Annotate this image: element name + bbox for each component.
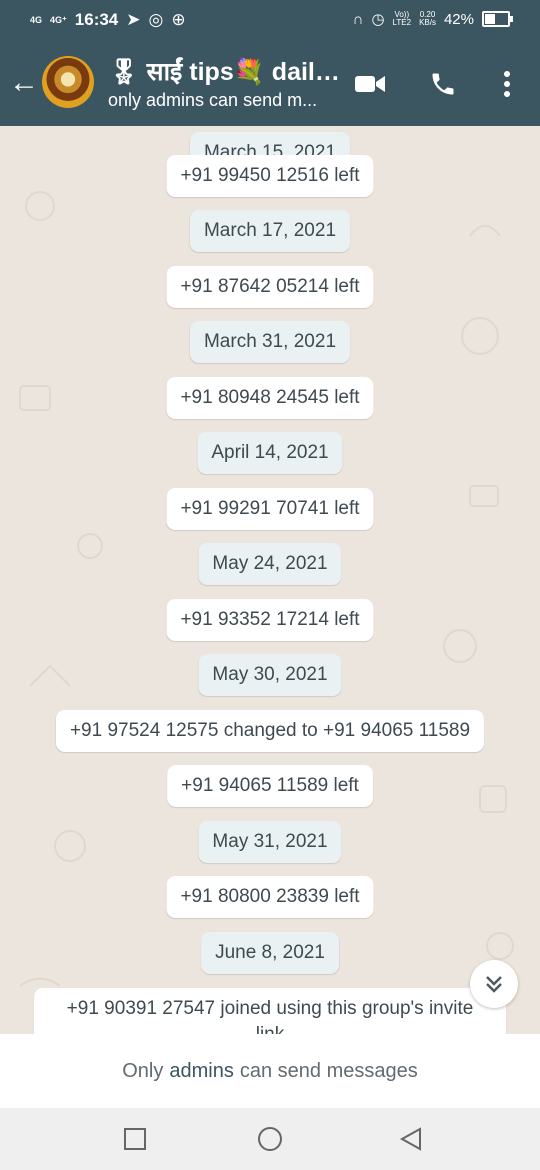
scroll-to-bottom-button[interactable] bbox=[470, 960, 518, 1008]
date-chip: March 17, 2021 bbox=[189, 210, 351, 252]
speed-unit: KB/s bbox=[419, 18, 436, 27]
video-call-icon[interactable] bbox=[352, 66, 388, 102]
group-avatar[interactable] bbox=[42, 56, 94, 108]
date-chip: May 30, 2021 bbox=[198, 654, 342, 696]
system-message: +91 99291 70741 left bbox=[166, 488, 374, 530]
status-left: 4G 4G⁺ 16:34 ➤ ◎ ⊕ bbox=[30, 10, 186, 30]
date-chip: April 14, 2021 bbox=[197, 432, 343, 474]
network-1: 4G bbox=[30, 14, 43, 25]
network-2: 4G⁺ bbox=[50, 14, 67, 25]
group-title[interactable]: 🎖 साईं tips💐 daily gen... bbox=[108, 54, 344, 88]
system-message: +91 80948 24545 left bbox=[166, 377, 374, 419]
alarm-icon: ◷ bbox=[371, 11, 385, 28]
system-message: +91 93352 17214 left bbox=[166, 599, 374, 641]
system-message: +91 80800 23839 left bbox=[166, 876, 374, 918]
headphones-icon: ∩ bbox=[352, 10, 364, 28]
home-button[interactable] bbox=[255, 1124, 285, 1154]
chat-area[interactable]: March 15, 2021 +91 99450 12516 left Marc… bbox=[0, 126, 540, 1034]
admins-link[interactable]: admins bbox=[169, 1060, 233, 1083]
back-arrow-icon[interactable]: ← bbox=[8, 66, 40, 100]
voice-call-icon[interactable] bbox=[425, 66, 461, 102]
vpn-icon: ⊕ bbox=[171, 10, 186, 29]
system-nav-bar bbox=[0, 1108, 540, 1170]
notice-suffix: can send messages bbox=[239, 1059, 418, 1082]
date-chip: March 31, 2021 bbox=[189, 321, 351, 363]
double-chevron-down-icon bbox=[486, 976, 502, 993]
chat-header: ← 🎖 साईं tips💐 daily gen... only admins … bbox=[0, 42, 540, 126]
group-subtitle[interactable]: only admins can send m... bbox=[108, 90, 344, 111]
triangle-back-icon bbox=[399, 1127, 421, 1151]
system-message: +91 99450 12516 left bbox=[166, 155, 374, 197]
date-chip: May 24, 2021 bbox=[198, 543, 342, 585]
telegram-icon: ➤ bbox=[126, 10, 141, 29]
battery-percent: 42% bbox=[443, 10, 474, 28]
system-message: +91 87642 05214 left bbox=[166, 266, 374, 308]
status-right: ∩ ◷ Vo)) LTE2 0.20 KB/s 42% bbox=[352, 10, 513, 28]
square-icon bbox=[124, 1128, 146, 1150]
recents-button[interactable] bbox=[120, 1124, 150, 1154]
circle-icon bbox=[258, 1127, 282, 1151]
date-chip: June 8, 2021 bbox=[201, 932, 339, 974]
system-message: +91 97524 12575 changed to +91 94065 115… bbox=[55, 710, 485, 752]
date-chip: May 31, 2021 bbox=[198, 821, 342, 863]
system-message: +91 94065 11589 left bbox=[167, 765, 373, 807]
system-message: +91 90391 27547 joined using this group'… bbox=[34, 988, 506, 1034]
battery-icon bbox=[482, 11, 513, 27]
read-only-notice: Only admins can send messages bbox=[0, 1034, 540, 1108]
more-options-icon[interactable] bbox=[489, 66, 525, 102]
volte-indicator: Vo)) LTE2 bbox=[393, 11, 412, 27]
clock: 16:34 bbox=[74, 10, 119, 29]
data-speed: 0.20 KB/s bbox=[419, 11, 436, 27]
whatsapp-icon: ◎ bbox=[148, 10, 164, 29]
notice-prefix: Only bbox=[122, 1059, 164, 1082]
back-button[interactable] bbox=[396, 1124, 426, 1154]
status-bar: 4G 4G⁺ 16:34 ➤ ◎ ⊕ ∩ ◷ Vo)) LTE2 0.20 KB… bbox=[0, 0, 540, 42]
volte-label-2: LTE2 bbox=[392, 18, 412, 27]
